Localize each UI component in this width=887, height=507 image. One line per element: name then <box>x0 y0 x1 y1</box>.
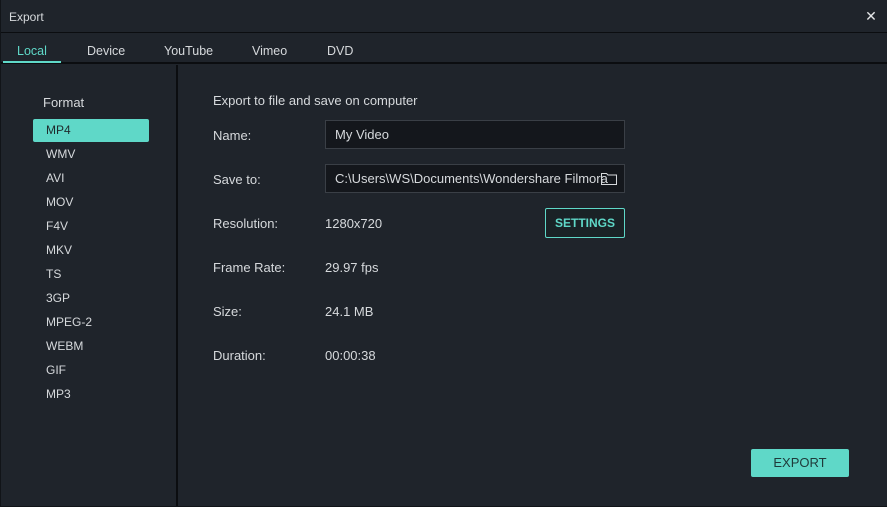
panel-heading: Export to file and save on computer <box>213 93 418 108</box>
tab-youtube[interactable]: YouTube <box>164 44 213 58</box>
export-dialog: Export ✕ Local Device YouTube Vimeo DVD … <box>0 0 887 507</box>
settings-button[interactable]: SETTINGS <box>545 208 625 238</box>
title-bar: Export ✕ <box>1 0 887 33</box>
save-to-input[interactable]: C:\Users\WS\Documents\Wondershare Filmor… <box>325 164 625 193</box>
format-item-ts[interactable]: TS <box>33 263 149 286</box>
resolution-value: 1280x720 <box>325 216 383 231</box>
close-icon[interactable]: ✕ <box>864 8 878 24</box>
duration-label: Duration: <box>213 348 266 363</box>
format-item-3gp[interactable]: 3GP <box>33 287 149 310</box>
duration-value: 00:00:38 <box>325 348 376 363</box>
format-heading: Format <box>43 95 85 110</box>
resolution-label: Resolution: <box>213 216 279 231</box>
tab-local[interactable]: Local <box>17 44 47 58</box>
format-item-mpeg2[interactable]: MPEG-2 <box>33 311 149 334</box>
save-path-text: C:\Users\WS\Documents\Wondershare Filmor… <box>335 171 608 186</box>
name-label: Name: <box>213 128 252 143</box>
tab-bar: Local Device YouTube Vimeo DVD <box>1 34 887 64</box>
tab-device[interactable]: Device <box>87 44 125 58</box>
tab-vimeo[interactable]: Vimeo <box>252 44 287 58</box>
frame-rate-value: 29.97 fps <box>325 260 379 275</box>
window-title: Export <box>9 10 44 24</box>
tab-dvd[interactable]: DVD <box>327 44 353 58</box>
format-item-mkv[interactable]: MKV <box>33 239 149 262</box>
export-button[interactable]: EXPORT <box>751 449 849 477</box>
format-sidebar: Format MP4 WMV AVI MOV F4V MKV TS 3GP MP… <box>1 65 178 506</box>
save-to-label: Save to: <box>213 172 261 187</box>
format-item-wmv[interactable]: WMV <box>33 143 149 166</box>
name-input[interactable]: My Video <box>325 120 625 149</box>
format-item-mp3[interactable]: MP3 <box>33 383 149 406</box>
format-item-avi[interactable]: AVI <box>33 167 149 190</box>
size-label: Size: <box>213 304 242 319</box>
frame-rate-label: Frame Rate: <box>213 260 286 275</box>
format-item-f4v[interactable]: F4V <box>33 215 149 238</box>
size-value: 24.1 MB <box>325 304 374 319</box>
format-item-webm[interactable]: WEBM <box>33 335 149 358</box>
format-item-mp4[interactable]: MP4 <box>33 119 149 142</box>
format-item-mov[interactable]: MOV <box>33 191 149 214</box>
folder-icon[interactable] <box>601 172 617 185</box>
format-item-gif[interactable]: GIF <box>33 359 149 382</box>
active-tab-indicator <box>3 61 61 63</box>
export-settings-panel: Export to file and save on computer Name… <box>180 65 887 506</box>
